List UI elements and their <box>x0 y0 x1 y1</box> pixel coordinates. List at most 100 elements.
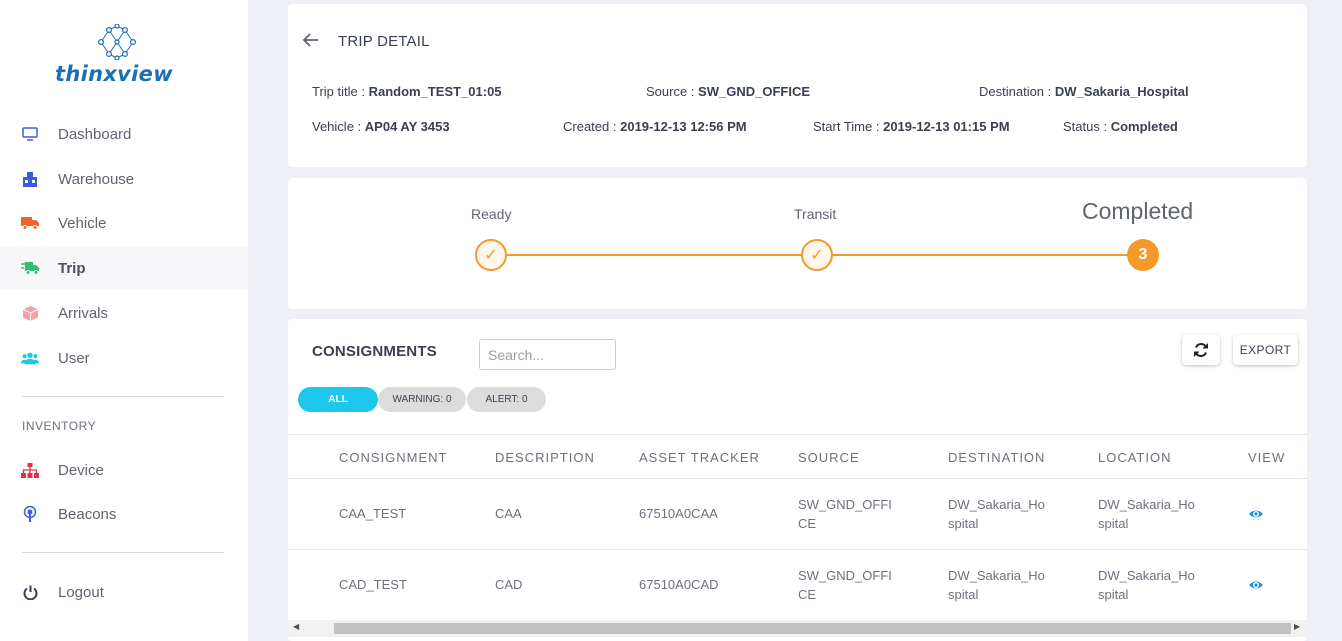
start-time-label: Start Time : <box>813 119 880 134</box>
sidebar-item-label: Beacons <box>58 505 117 523</box>
cell-source: SW_GND_OFFICE <box>798 568 892 602</box>
consignments-title: CONSIGNMENTS <box>312 343 437 360</box>
sidebar-item-user[interactable]: User <box>0 336 248 380</box>
cell-source: SW_GND_OFFICE <box>798 497 892 531</box>
sidebar-item-label: Trip <box>58 259 86 277</box>
scroll-right-arrow-icon[interactable]: ▶ <box>1294 622 1300 631</box>
filter-warning-pill[interactable]: WARNING: 0 <box>378 387 466 412</box>
destination-value: DW_Sakaria_Hospital <box>1054 84 1189 99</box>
sidebar-item-warehouse[interactable]: Warehouse <box>0 157 248 201</box>
cell-description: CAD <box>495 577 523 592</box>
trip-title-value: Random_TEST_01:05 <box>368 84 502 99</box>
sidebar-item-label: Arrivals <box>58 304 109 322</box>
sidebar: thinxview Dashboard Warehouse Vehicle Tr… <box>0 0 248 641</box>
refresh-button[interactable] <box>1182 335 1220 365</box>
step-completed-label: Completed <box>1082 198 1194 224</box>
sidebar-item-vehicle[interactable]: Vehicle <box>0 201 248 245</box>
step-connector <box>507 254 802 256</box>
vehicle-label: Vehicle : <box>312 119 362 134</box>
scrollbar-thumb[interactable] <box>334 623 1291 634</box>
sidebar-item-label: Warehouse <box>58 170 135 188</box>
beacon-icon <box>21 505 39 523</box>
cell-asset-tracker: 67510A0CAD <box>639 577 719 592</box>
brand-name: thinxview <box>55 62 173 86</box>
refresh-icon <box>1194 343 1208 357</box>
consignments-card: CONSIGNMENTS EXPORT ALL WARNING: 0 ALERT… <box>288 319 1307 641</box>
column-header-consignment[interactable]: CONSIGNMENT <box>339 450 448 465</box>
sidebar-item-label: Vehicle <box>58 214 107 232</box>
sidebar-item-label: User <box>58 349 90 367</box>
power-icon <box>21 583 39 601</box>
step-connector <box>833 254 1128 256</box>
view-eye-icon[interactable] <box>1248 506 1264 522</box>
trip-title-label: Trip title : <box>312 84 365 99</box>
scroll-left-arrow-icon[interactable]: ◀ <box>293 622 299 631</box>
sidebar-item-label: Dashboard <box>58 125 132 143</box>
sidebar-item-arrivals[interactable]: Arrivals <box>0 291 248 335</box>
cell-location: DW_Sakaria_Hospital <box>1098 497 1195 531</box>
start-time-value: 2019-12-13 01:15 PM <box>883 119 1010 134</box>
created-field: Created : 2019-12-13 12:56 PM <box>563 119 747 134</box>
column-header-description[interactable]: DESCRIPTION <box>495 450 595 465</box>
vehicle-value: AP04 AY 3453 <box>364 119 450 134</box>
trip-title-field: Trip title : Random_TEST_01:05 <box>312 84 502 99</box>
logout-button[interactable]: Logout <box>0 570 248 614</box>
step-transit-label: Transit <box>794 206 837 222</box>
sidebar-item-dashboard[interactable]: Dashboard <box>0 112 248 156</box>
logout-label: Logout <box>58 583 104 601</box>
destination-field: Destination : DW_Sakaria_Hospital <box>979 84 1189 99</box>
cell-destination: DW_Sakaria_Hospital <box>948 568 1045 602</box>
filter-alert-pill[interactable]: ALERT: 0 <box>467 387 546 412</box>
created-label: Created : <box>563 119 617 134</box>
step-transit-check-icon: ✓ <box>801 239 833 271</box>
source-value: SW_GND_OFFICE <box>698 84 811 99</box>
status-label: Status : <box>1063 119 1108 134</box>
column-header-asset-tracker[interactable]: ASSET TRACKER <box>639 450 760 465</box>
table-row: CAA_TEST CAA 67510A0CAA SW_GND_OFFICE DW… <box>288 479 1307 550</box>
sitemap-icon <box>21 461 39 479</box>
step-ready-check-icon: ✓ <box>475 239 507 271</box>
step-ready-label: Ready <box>471 206 512 222</box>
destination-label: Destination : <box>979 84 1052 99</box>
view-eye-icon[interactable] <box>1248 577 1264 593</box>
status-value: Completed <box>1110 119 1178 134</box>
cell-description: CAA <box>495 506 522 521</box>
column-header-source[interactable]: SOURCE <box>798 450 860 465</box>
sidebar-item-beacons[interactable]: Beacons <box>0 492 248 536</box>
status-field: Status : Completed <box>1063 119 1178 134</box>
page-title: TRIP DETAIL <box>338 33 430 50</box>
search-input[interactable] <box>479 339 616 370</box>
box-icon <box>21 304 39 322</box>
export-button[interactable]: EXPORT <box>1233 335 1298 365</box>
sidebar-item-trip[interactable]: Trip <box>0 246 248 290</box>
table-header: CONSIGNMENT DESCRIPTION ASSET TRACKER SO… <box>288 434 1307 479</box>
cell-consignment: CAA_TEST <box>339 506 407 521</box>
logo[interactable]: thinxview <box>55 24 195 90</box>
cell-destination: DW_Sakaria_Hospital <box>948 497 1045 531</box>
table-row: CAD_TEST CAD 67510A0CAD SW_GND_OFFICE DW… <box>288 550 1307 621</box>
trip-progress-card: Ready Transit Completed ✓ ✓ 3 <box>288 178 1307 309</box>
vehicle-field: Vehicle : AP04 AY 3453 <box>312 119 450 134</box>
trip-truck-icon <box>21 259 39 277</box>
truck-icon <box>21 214 39 232</box>
source-field: Source : SW_GND_OFFICE <box>646 84 810 99</box>
created-value: 2019-12-13 12:56 PM <box>620 119 747 134</box>
source-label: Source : <box>646 84 695 99</box>
users-icon <box>21 349 39 367</box>
inventory-section-label: INVENTORY <box>22 419 97 433</box>
step-completed-number: 3 <box>1127 239 1159 271</box>
logo-network-icon <box>97 24 136 60</box>
back-arrow-icon[interactable] <box>302 31 320 49</box>
cell-location: DW_Sakaria_Hospital <box>1098 568 1195 602</box>
horizontal-scrollbar[interactable]: ◀ ▶ <box>288 620 1307 637</box>
filter-all-pill[interactable]: ALL <box>298 387 378 412</box>
column-header-destination[interactable]: DESTINATION <box>948 450 1045 465</box>
cell-asset-tracker: 67510A0CAA <box>639 506 718 521</box>
column-header-location[interactable]: LOCATION <box>1098 450 1172 465</box>
sidebar-divider <box>22 552 224 553</box>
monitor-icon <box>21 125 39 143</box>
start-time-field: Start Time : 2019-12-13 01:15 PM <box>813 119 1010 134</box>
column-header-view: VIEW <box>1248 450 1286 465</box>
sidebar-item-device[interactable]: Device <box>0 448 248 492</box>
cell-consignment: CAD_TEST <box>339 577 407 592</box>
